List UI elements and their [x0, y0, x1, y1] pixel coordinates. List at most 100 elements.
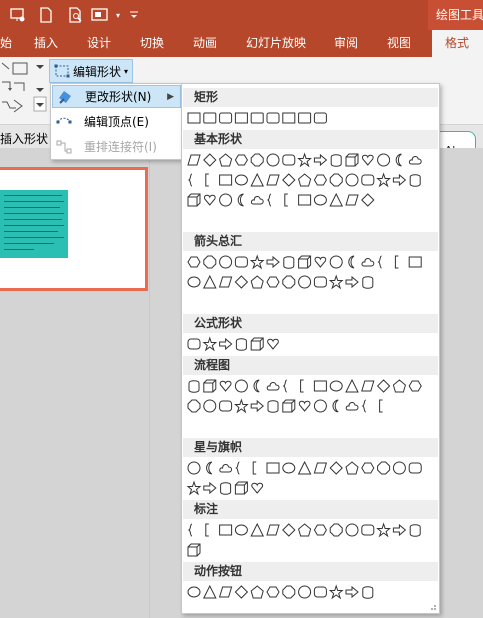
shape-thumbnail[interactable]: [282, 379, 287, 393]
shape-thumbnail[interactable]: [298, 275, 312, 289]
shape-thumbnail[interactable]: [408, 256, 422, 268]
shape-thumbnail[interactable]: [203, 112, 217, 124]
shape-thumbnail[interactable]: [361, 193, 375, 207]
shape-thumbnail[interactable]: [187, 461, 201, 475]
shape-thumbnail[interactable]: [332, 399, 339, 413]
shape-thumbnail[interactable]: [219, 174, 233, 186]
shape-thumbnail[interactable]: [266, 524, 280, 536]
tab-design[interactable]: 设计: [87, 30, 111, 57]
shape-thumbnail[interactable]: [234, 481, 248, 495]
shape-thumbnail[interactable]: [282, 173, 296, 187]
edit-shape-button[interactable]: 编辑形状 ▾: [49, 59, 133, 83]
tab-insert[interactable]: 插入: [34, 30, 58, 57]
shape-thumbnail[interactable]: [250, 585, 264, 599]
print-preview-icon[interactable]: [66, 5, 86, 25]
shape-thumbnail[interactable]: [361, 380, 375, 392]
shape-thumbnail[interactable]: [282, 275, 296, 289]
shape-thumbnail[interactable]: [392, 523, 407, 537]
shape-thumbnail[interactable]: [266, 276, 280, 288]
shape-thumbnail[interactable]: [234, 524, 248, 536]
shape-thumbnail[interactable]: [202, 274, 217, 289]
shape-thumbnail[interactable]: [298, 523, 312, 537]
shape-thumbnail[interactable]: [298, 194, 312, 206]
shape-thumbnail[interactable]: [328, 274, 344, 290]
shape-thumbnail[interactable]: [300, 379, 304, 393]
shape-thumbnail[interactable]: [219, 400, 233, 412]
shape-thumbnail[interactable]: [187, 586, 201, 598]
shape-thumbnail[interactable]: [219, 380, 232, 392]
shape-thumbnail[interactable]: [298, 400, 311, 412]
shape-thumbnail[interactable]: [395, 153, 402, 167]
shape-thumbnail[interactable]: [234, 275, 249, 289]
shape-thumbnail[interactable]: [329, 461, 343, 475]
shape-thumbnail[interactable]: [329, 523, 343, 537]
menu-item-change-shape[interactable]: 更改形状(N) ▶: [52, 85, 181, 108]
shape-thumbnail[interactable]: [282, 154, 296, 166]
selected-textbox[interactable]: [0, 190, 68, 258]
shape-thumbnail[interactable]: [219, 112, 233, 124]
tab-slideshow[interactable]: 幻灯片放映: [246, 30, 306, 57]
shape-thumbnail[interactable]: [187, 523, 193, 537]
shape-thumbnail[interactable]: [266, 255, 280, 269]
shape-thumbnail[interactable]: [345, 275, 359, 289]
shape-thumbnail[interactable]: [187, 338, 201, 350]
shape-thumbnail[interactable]: [313, 194, 327, 206]
shape-thumbnail[interactable]: [252, 461, 257, 475]
shape-thumbnail[interactable]: [313, 399, 327, 413]
shape-thumbnail[interactable]: [408, 462, 422, 474]
shape-thumbnail[interactable]: [313, 174, 327, 186]
shape-thumbnail[interactable]: [203, 255, 217, 269]
shape-thumbnail[interactable]: [345, 153, 359, 167]
shape-thumbnail[interactable]: [234, 256, 248, 268]
shape-thumbnail[interactable]: [297, 152, 312, 168]
shape-thumbnail[interactable]: [187, 193, 201, 207]
tab-animations[interactable]: 动画: [193, 30, 217, 57]
shape-thumbnail[interactable]: [345, 402, 359, 411]
shape-thumbnail[interactable]: [392, 379, 406, 393]
shape-thumbnail[interactable]: [345, 461, 359, 475]
shape-thumbnail[interactable]: [250, 172, 265, 187]
shape-thumbnail[interactable]: [377, 461, 391, 475]
shape-thumbnail[interactable]: [218, 276, 233, 288]
shape-thumbnail[interactable]: [266, 112, 280, 124]
shape-thumbnail[interactable]: [234, 398, 249, 414]
shape-thumbnail[interactable]: [187, 154, 201, 166]
resize-grip-icon[interactable]: [429, 603, 437, 611]
shape-thumbnail[interactable]: [266, 153, 280, 167]
shape-thumbnail[interactable]: [329, 192, 344, 207]
shape-thumbnail[interactable]: [203, 153, 217, 167]
shape-thumbnail[interactable]: [234, 174, 248, 186]
new-file-icon[interactable]: [36, 5, 56, 25]
shape-thumbnail[interactable]: [282, 462, 296, 474]
shape-thumbnail[interactable]: [266, 193, 272, 207]
shape-thumbnail[interactable]: [313, 112, 327, 124]
shape-thumbnail[interactable]: [187, 173, 193, 187]
shape-thumbnail[interactable]: [250, 337, 264, 351]
shape-thumbnail[interactable]: [409, 174, 421, 187]
shape-thumbnail[interactable]: [234, 585, 249, 599]
shape-thumbnail[interactable]: [361, 174, 375, 186]
shape-thumbnail[interactable]: [188, 380, 200, 393]
shape-thumbnail[interactable]: [392, 173, 407, 187]
shape-thumbnail[interactable]: [282, 523, 296, 537]
shape-thumbnail[interactable]: [392, 461, 406, 475]
shape-thumbnail[interactable]: [298, 585, 312, 599]
shape-thumbnail[interactable]: [187, 256, 201, 268]
customize-qat-icon[interactable]: [124, 5, 144, 25]
shape-thumbnail[interactable]: [313, 586, 327, 598]
shape-thumbnail[interactable]: [362, 276, 374, 289]
shape-thumbnail[interactable]: [313, 380, 327, 392]
shape-thumbnail[interactable]: [313, 276, 327, 288]
shape-thumbnail[interactable]: [409, 524, 421, 537]
shape-thumbnail[interactable]: [345, 523, 359, 537]
shape-thumbnail[interactable]: [205, 173, 209, 187]
shape-thumbnail[interactable]: [361, 154, 374, 166]
shape-thumbnail[interactable]: [237, 193, 244, 207]
shape-thumbnail[interactable]: [345, 378, 359, 393]
shape-thumbnail[interactable]: [408, 156, 422, 165]
screenshot-icon[interactable]: [90, 5, 110, 25]
shape-thumbnail[interactable]: [345, 585, 359, 599]
shape-thumbnail[interactable]: [253, 379, 260, 393]
present-icon[interactable]: [8, 5, 28, 25]
shape-thumbnail[interactable]: [251, 482, 264, 494]
